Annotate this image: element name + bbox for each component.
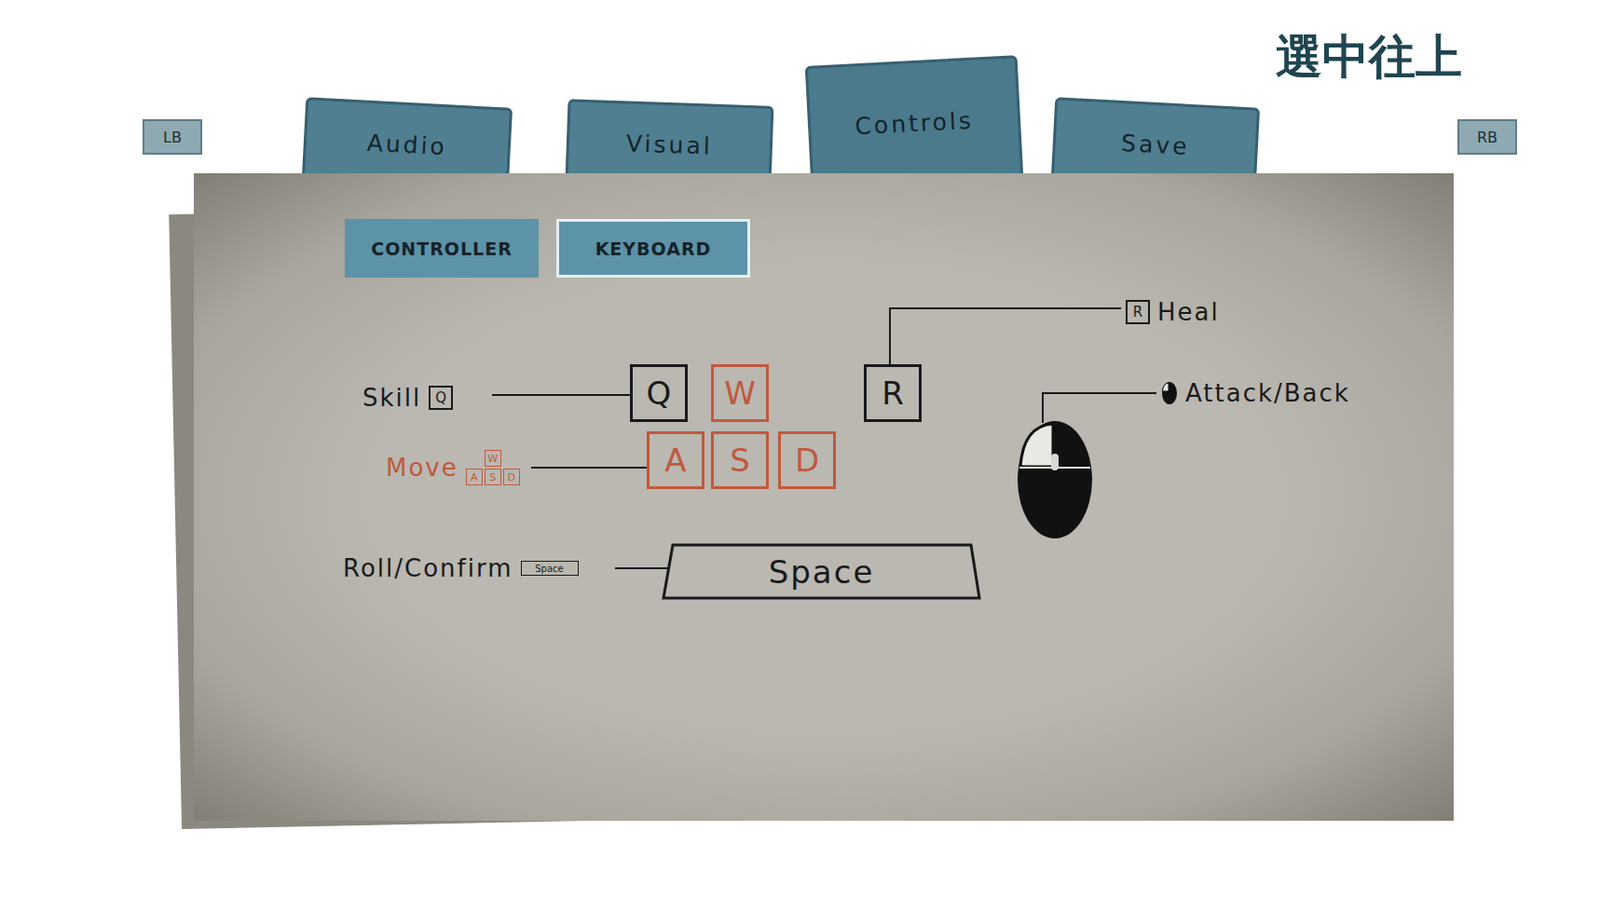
device-tab[interactable]: KEYBOARD bbox=[556, 218, 751, 278]
key: W bbox=[711, 364, 769, 423]
binding-label: Roll/Confirm Space bbox=[342, 554, 579, 583]
key: S bbox=[711, 431, 769, 490]
mini-key: Space bbox=[520, 560, 579, 576]
mini-key: W bbox=[484, 450, 502, 467]
lb-button[interactable]: LB bbox=[142, 119, 203, 155]
connector-line bbox=[889, 308, 1122, 365]
key: Q bbox=[629, 364, 688, 423]
device-tabs: CONTROLLER KEYBOARD bbox=[193, 173, 1454, 278]
device-tab[interactable]: CONTROLLER bbox=[344, 218, 539, 278]
connector-line bbox=[1042, 393, 1157, 424]
mini-key: A bbox=[465, 468, 483, 486]
binding-label: Heal R bbox=[1125, 298, 1220, 327]
tab-bar: LB AudioVisualControlsSave RB bbox=[0, 0, 1600, 183]
controls-panel: CONTROLLERKEYBOARDQWRASDSpaceSkillQMoveW… bbox=[193, 173, 1454, 821]
settings-tab[interactable]: Controls bbox=[805, 54, 1025, 189]
connector-lines bbox=[193, 279, 1454, 802]
settings-screen: 選中往上LBAudioVisualControlsSaveRBCONTROLLE… bbox=[0, 0, 1600, 912]
action-name: Heal bbox=[1157, 298, 1220, 327]
mouse-icon bbox=[1161, 381, 1178, 406]
binding-label: Attack/Back bbox=[1161, 379, 1351, 408]
tab-list: AudioVisualControlsSave bbox=[303, 60, 1259, 183]
keyboard-diagram: QWRASDSpaceSkillQMoveWASDRoll/ConfirmSpa… bbox=[193, 279, 1454, 802]
mini-key: D bbox=[503, 468, 520, 486]
mini-key: Q bbox=[428, 385, 453, 411]
action-name: Move bbox=[385, 453, 459, 482]
connector-line bbox=[615, 567, 669, 570]
mini-key: S bbox=[484, 468, 502, 486]
key: D bbox=[778, 431, 836, 490]
key-icon: Space bbox=[520, 560, 579, 576]
action-name: Skill bbox=[362, 383, 422, 412]
key: R bbox=[863, 364, 922, 423]
connector-line bbox=[492, 394, 630, 397]
key-icon: WASD bbox=[465, 450, 520, 486]
connector-line bbox=[531, 466, 647, 469]
key: Space bbox=[661, 543, 982, 601]
key-icon: R bbox=[1125, 300, 1150, 325]
rb-button[interactable]: RB bbox=[1457, 119, 1518, 155]
binding-label: SkillQ bbox=[362, 383, 453, 412]
key: A bbox=[646, 431, 705, 490]
mini-key: R bbox=[1125, 300, 1150, 325]
key-icon: Q bbox=[428, 385, 453, 411]
paper-stack: CONTROLLERKEYBOARDQWRASDSpaceSkillQMoveW… bbox=[193, 173, 1454, 821]
corner-hint: 選中往上 bbox=[1275, 26, 1463, 89]
mouse-icon bbox=[1015, 418, 1095, 541]
binding-label: MoveWASD bbox=[385, 450, 520, 486]
action-name: Attack/Back bbox=[1185, 379, 1351, 408]
action-name: Roll/Confirm bbox=[342, 554, 514, 583]
